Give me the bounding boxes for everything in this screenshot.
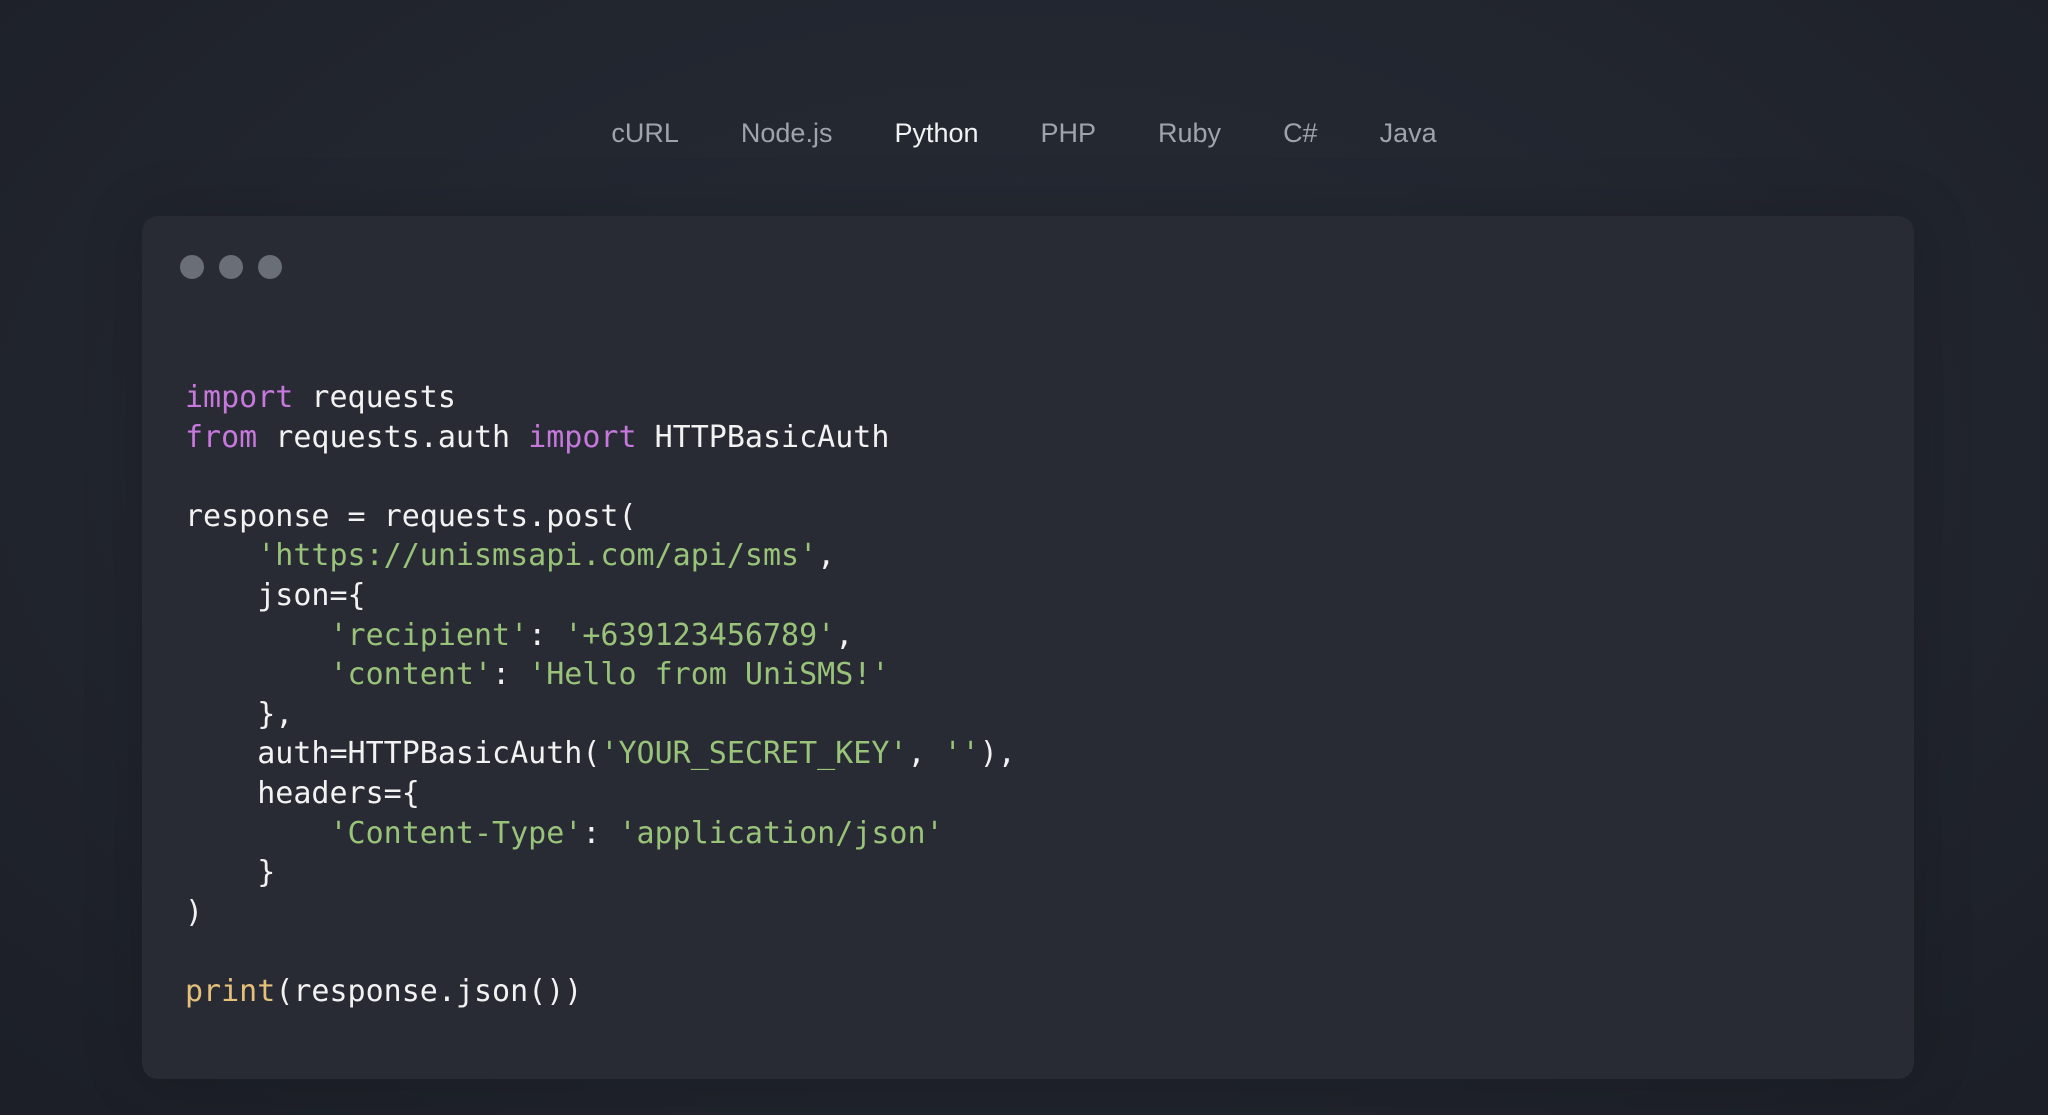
code-line: 'content': 'Hello from UniSMS!'	[185, 655, 1016, 695]
code-string: ''	[943, 736, 980, 772]
code-line: 'https://unismsapi.com/api/sms',	[185, 536, 1016, 576]
code-line: json={	[185, 576, 1016, 616]
window-controls	[180, 255, 282, 279]
code-line: headers={	[185, 774, 1016, 814]
code-string: 'Content-Type'	[329, 815, 583, 851]
code-text: requests	[293, 380, 456, 415]
code-text: ,	[835, 617, 854, 653]
code-keyword: import	[185, 380, 294, 415]
code-text: ),	[979, 736, 1016, 772]
code-builtin: print	[185, 973, 276, 1009]
tab-csharp[interactable]: C#	[1252, 107, 1349, 159]
code-string: 'YOUR_SECRET_KEY'	[600, 736, 908, 772]
window-dot-icon	[180, 255, 204, 279]
code-text: json={	[185, 577, 366, 613]
tab-curl[interactable]: cURL	[580, 107, 710, 159]
code-line: 'recipient': '+639123456789',	[185, 616, 1016, 656]
code-text: ,	[817, 538, 836, 574]
code-line: auth=HTTPBasicAuth('YOUR_SECRET_KEY', ''…	[185, 734, 1016, 774]
code-text: :	[528, 617, 565, 653]
tab-java[interactable]: Java	[1349, 107, 1468, 159]
code-text: ,	[907, 736, 944, 772]
code-line: print(response.json())	[185, 972, 1016, 1012]
code-keyword: import	[528, 419, 637, 455]
code-string: 'https://unismsapi.com/api/sms'	[257, 538, 818, 574]
code-keyword: from	[185, 419, 258, 455]
window-dot-icon	[219, 255, 243, 279]
tab-nodejs[interactable]: Node.js	[710, 107, 864, 159]
tab-php[interactable]: PHP	[1010, 107, 1128, 159]
code-text: auth=HTTPBasicAuth(	[185, 736, 601, 772]
code-string: 'recipient'	[329, 617, 529, 653]
code-text: },	[185, 696, 294, 732]
code-string: '+639123456789'	[564, 617, 836, 653]
code-text: HTTPBasicAuth	[636, 419, 890, 455]
code-line: },	[185, 695, 1016, 735]
code-line: from requests.auth import HTTPBasicAuth	[185, 418, 1016, 458]
window-dot-icon	[258, 255, 282, 279]
code-text: }	[185, 855, 276, 891]
code-string: 'Hello from UniSMS!'	[528, 657, 890, 693]
code-string: 'application/json'	[618, 815, 944, 851]
tab-python[interactable]: Python	[863, 107, 1009, 159]
code-text: response = requests.post(	[185, 498, 637, 534]
code-text: requests.auth	[257, 419, 529, 455]
code-text: )	[185, 894, 204, 930]
code-line: }	[185, 853, 1016, 893]
code-block: import requests from requests.auth import…	[185, 378, 1016, 1012]
code-text: (response.json())	[275, 973, 583, 1009]
code-text: :	[492, 657, 529, 693]
code-text: headers={	[185, 775, 420, 811]
code-line: )	[185, 893, 1016, 933]
code-text: :	[582, 815, 619, 851]
code-line: 'Content-Type': 'application/json'	[185, 814, 1016, 854]
code-string: 'content'	[329, 657, 493, 693]
tab-ruby[interactable]: Ruby	[1127, 107, 1252, 159]
language-tabs: cURL Node.js Python PHP Ruby C# Java	[0, 107, 2048, 159]
code-line: response = requests.post(	[185, 497, 1016, 537]
code-line: import requests	[185, 378, 1016, 418]
